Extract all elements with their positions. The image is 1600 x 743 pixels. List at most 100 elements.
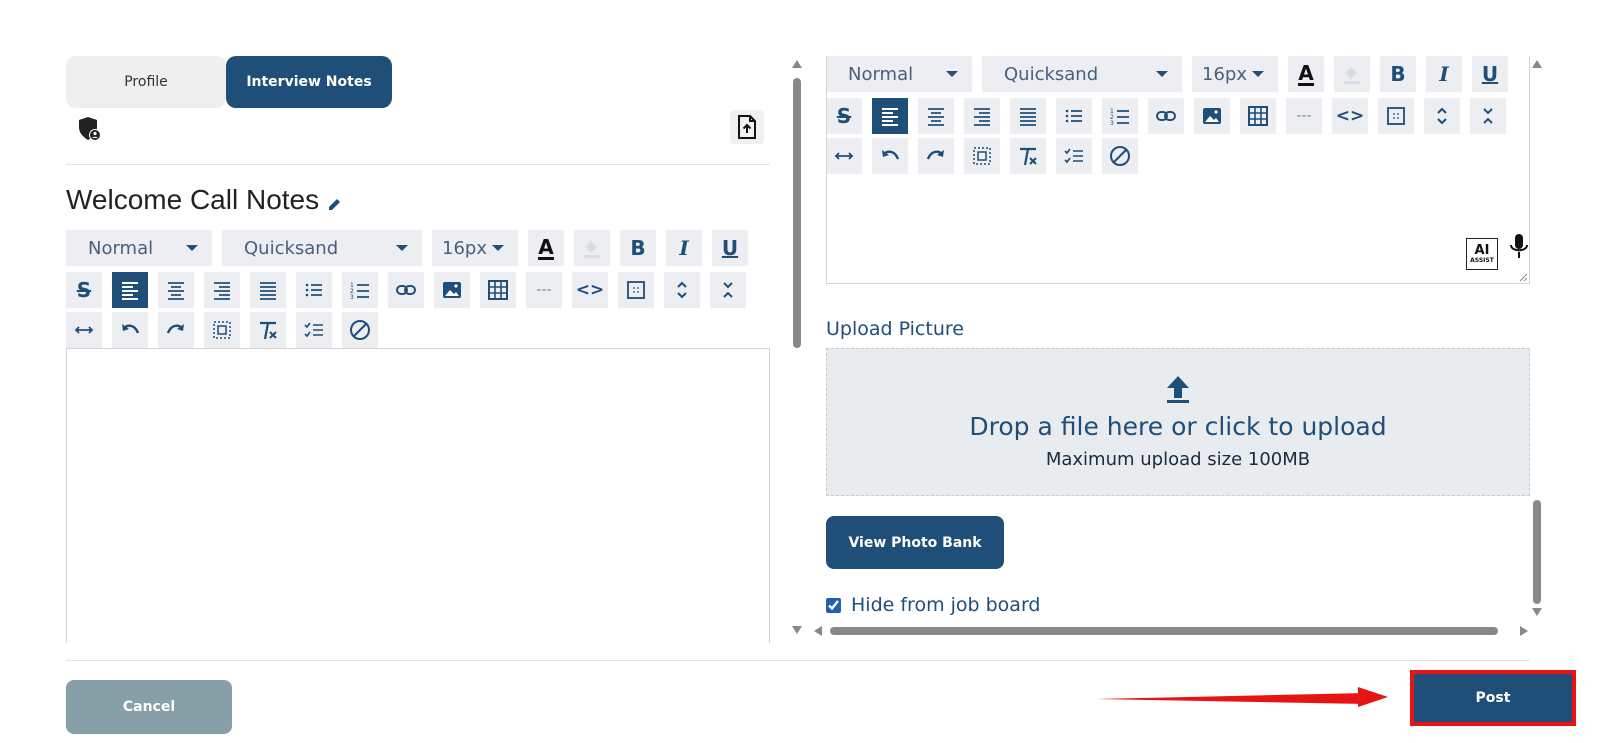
left-vertical-scrollbar[interactable] — [790, 56, 804, 640]
align-left-icon — [122, 282, 138, 300]
microphone-icon[interactable] — [1508, 232, 1530, 262]
upload-picture-label: Upload Picture — [826, 318, 964, 340]
image-button[interactable] — [434, 272, 470, 308]
clear-format-button[interactable] — [250, 312, 286, 348]
redo-button[interactable] — [158, 312, 194, 348]
full-width-button[interactable] — [66, 312, 102, 348]
justify-button[interactable] — [250, 272, 286, 308]
underline-button[interactable]: U — [712, 230, 748, 266]
page-title: Welcome Call Notes — [66, 184, 343, 216]
code-icon: <> — [575, 280, 605, 300]
redo-icon — [166, 324, 184, 334]
link-icon — [396, 285, 416, 295]
collapse-vertical-icon — [723, 282, 733, 298]
horizontal-rule-icon: --- — [536, 282, 552, 298]
footer-divider — [66, 660, 1530, 661]
collapse-button[interactable] — [710, 272, 746, 308]
expand-vertical-icon — [677, 281, 687, 299]
tab-profile[interactable]: Profile — [66, 56, 226, 108]
table-icon — [488, 280, 508, 300]
left-toolbar-row3 — [66, 312, 378, 348]
left-toolbar-row2: S 123 --- <> — [66, 272, 746, 308]
align-left-button[interactable] — [112, 272, 148, 308]
divider — [66, 164, 770, 165]
undo-icon — [122, 324, 140, 334]
highlight-color-button[interactable] — [574, 230, 610, 266]
arrows-horizontal-icon — [74, 326, 94, 334]
max-upload-size: Maximum upload size 100MB — [1045, 449, 1311, 470]
align-right-button[interactable] — [204, 272, 240, 308]
bullet-list-button[interactable] — [296, 272, 332, 308]
font-value: Quicksand — [244, 237, 339, 259]
table-button[interactable] — [480, 272, 516, 308]
checklist-button[interactable] — [296, 312, 332, 348]
right-editor[interactable] — [826, 56, 1530, 284]
strikethrough-icon: S — [76, 278, 92, 302]
svg-text:3: 3 — [350, 294, 354, 301]
underline-icon: U — [721, 236, 739, 260]
edit-pencil-icon[interactable] — [327, 196, 343, 212]
strikethrough-button[interactable]: S — [66, 272, 102, 308]
disable-circle-icon — [350, 320, 370, 340]
code-button[interactable]: <> — [572, 272, 608, 308]
justify-icon — [260, 282, 276, 300]
undo-button[interactable] — [112, 312, 148, 348]
hide-from-job-board-checkbox[interactable] — [826, 597, 841, 613]
red-arrow-annotation — [1096, 687, 1388, 707]
upload-arrow-icon — [1167, 376, 1189, 403]
align-center-button[interactable] — [158, 272, 194, 308]
caret-down-icon — [186, 245, 198, 251]
disable-button[interactable] — [342, 312, 378, 348]
notes-editor[interactable] — [66, 348, 770, 643]
italic-button[interactable]: I — [666, 230, 702, 266]
format-value: Normal — [88, 237, 154, 259]
horizontal-rule-button[interactable]: --- — [526, 272, 562, 308]
image-icon — [443, 282, 461, 298]
text-color-button[interactable]: A — [528, 230, 564, 266]
expand-button[interactable] — [664, 272, 700, 308]
horizontal-scrollbar[interactable] — [812, 624, 1530, 638]
tab-bar: Profile Interview Notes — [66, 56, 392, 108]
clear-format-icon — [260, 321, 277, 340]
show-blocks-icon — [213, 321, 231, 339]
export-file-button[interactable] — [730, 110, 764, 144]
caret-down-icon — [396, 245, 408, 251]
bullet-list-icon — [305, 283, 322, 297]
link-button[interactable] — [388, 272, 424, 308]
view-photo-bank-button[interactable]: View Photo Bank — [826, 516, 1004, 569]
right-vertical-scrollbar[interactable] — [1530, 56, 1544, 622]
select-all-button[interactable] — [618, 272, 654, 308]
file-dropzone[interactable]: Drop a file here or click to upload Maxi… — [826, 348, 1530, 496]
resize-handle-icon[interactable] — [1518, 272, 1528, 282]
format-select[interactable]: Normal — [66, 230, 212, 266]
text-color-icon: A — [538, 234, 554, 260]
show-blocks-button[interactable] — [204, 312, 240, 348]
checklist-icon — [304, 322, 323, 338]
tab-interview-notes[interactable]: Interview Notes — [226, 56, 392, 108]
title-text: Welcome Call Notes — [66, 184, 320, 215]
hide-from-job-board-row[interactable]: Hide from job board — [826, 594, 1040, 616]
select-all-icon — [627, 281, 645, 299]
ai-sub-label: ASSIST — [1470, 257, 1494, 264]
file-upload-icon — [738, 115, 756, 139]
cancel-button[interactable]: Cancel — [66, 680, 232, 734]
size-select[interactable]: 16px — [432, 230, 518, 266]
post-button-highlight: Post — [1410, 670, 1576, 726]
align-center-icon — [168, 282, 184, 300]
dropzone-text: Drop a file here or click to upload — [969, 412, 1387, 441]
post-button[interactable]: Post — [1414, 674, 1572, 722]
numbered-list-button[interactable]: 123 — [342, 272, 378, 308]
size-value: 16px — [442, 237, 487, 259]
italic-icon: I — [679, 236, 689, 260]
ai-assist-button[interactable]: AI ASSIST — [1466, 238, 1498, 270]
bold-button[interactable]: B — [620, 230, 656, 266]
align-right-icon — [214, 282, 230, 300]
shield-user-icon — [79, 117, 101, 141]
hide-from-job-board-label: Hide from job board — [851, 594, 1041, 616]
bold-icon: B — [630, 236, 646, 260]
paint-bucket-icon — [584, 241, 600, 258]
caret-down-icon — [492, 245, 504, 251]
ai-label: AI — [1474, 243, 1490, 258]
font-select[interactable]: Quicksand — [222, 230, 422, 266]
numbered-list-icon: 123 — [350, 282, 369, 301]
